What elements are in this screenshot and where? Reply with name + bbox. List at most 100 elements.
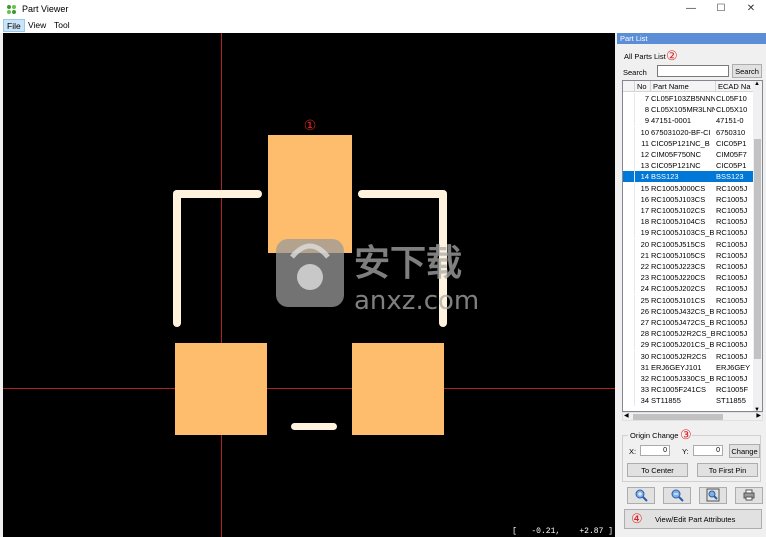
table-row[interactable]: 21 RC1005J105CS RC1005J [623,249,755,261]
table-row[interactable]: 27 RC1005J472CS_B RC1005J [623,317,755,328]
row-selector[interactable] [623,238,635,250]
to-center-button[interactable]: To Center [627,463,688,477]
search-input[interactable] [657,65,729,77]
row-selector[interactable] [623,283,635,295]
table-row[interactable]: 15 RC1005J000CS RC1005J [623,182,755,194]
cell-no: 10 [640,127,649,137]
row-selector[interactable] [623,182,635,194]
row-selector[interactable] [623,205,635,216]
window-title: Part Viewer [22,4,69,14]
table-row[interactable]: 26 RC1005J432CS_B RC1005J [623,305,755,317]
x-input[interactable]: 0 [640,445,670,456]
table-row[interactable]: 19 RC1005J103CS_B RC1005J [623,227,755,239]
pad-bottom-left[interactable] [175,343,267,435]
row-selector[interactable] [623,193,635,205]
table-row[interactable]: 29 RC1005J201CS_B RC1005J [623,339,755,351]
zoom-in-button[interactable] [627,487,655,504]
table-row[interactable]: 16 RC1005J103CS RC1005J [623,193,755,205]
header-part-name[interactable]: Part Name [651,81,716,92]
zoom-fit-button[interactable] [699,487,727,504]
row-selector[interactable] [623,115,635,127]
table-row[interactable]: 12 CIM05F750NC CIM05F7 [623,149,755,160]
pad-bottom-right[interactable] [352,343,444,435]
cell-no: 30 [640,351,649,361]
table-row[interactable]: 32 RC1005J330CS_B RC1005J [623,373,755,384]
title-bar: Part Viewer — ☐ ✕ [0,0,766,18]
row-selector[interactable] [623,93,635,104]
table-row[interactable]: 8 CL05X105MR3LNN CL05X10 [623,104,755,116]
table-row[interactable]: 18 RC1005J104CS RC1005J [623,216,755,228]
row-selector[interactable] [623,249,635,261]
cell-part-name: RC1005F241CS [651,385,707,395]
row-selector[interactable] [623,294,635,306]
maximize-button[interactable]: ☐ [706,0,736,18]
row-selector[interactable] [623,126,635,138]
y-input[interactable]: 0 [693,445,723,456]
menu-file[interactable]: File [3,19,25,32]
table-row[interactable]: 10 675031020-BF-CI 6750310 [623,126,755,138]
menu-tool[interactable]: Tool [51,19,73,32]
table-row[interactable]: 23 RC1005J220CS RC1005J [623,272,755,284]
table-row[interactable]: 34 ST11855 ST11855 [623,395,755,407]
search-button[interactable]: Search [732,64,762,78]
table-row[interactable]: 14 BSS123 BSS123 [623,171,755,183]
row-selector[interactable] [623,339,635,351]
row-selector[interactable] [623,350,635,362]
table-row[interactable]: 30 RC1005J2R2CS RC1005J [623,350,755,362]
cell-ecad-name: CL05F10 [716,94,747,103]
minimize-button[interactable]: — [676,0,706,18]
parts-table[interactable]: No Part Name ECAD Na 7 CL05F103ZB5NNN CL05… [622,80,763,412]
row-selector[interactable] [623,149,635,160]
row-selector[interactable] [623,227,635,239]
vertical-scrollbar[interactable]: ▲ ▼ [753,81,762,411]
header-ecad-name[interactable]: ECAD Na [716,81,755,92]
to-first-pin-button[interactable]: To First Pin [697,463,758,477]
table-row[interactable]: 13 CIC05P121NC CIC05P1 [623,160,755,172]
view-edit-attributes-button[interactable]: ④ View/Edit Part Attributes [624,509,762,529]
row-selector[interactable] [623,261,635,272]
row-selector[interactable] [623,137,635,149]
cell-part-name: ST11855 [651,396,681,406]
horizontal-scrollbar[interactable]: ◀ ▶ [622,412,763,421]
scroll-right-icon[interactable]: ▶ [756,412,761,419]
table-row[interactable]: 7 CL05F103ZB5NNN CL05F10 [623,93,755,104]
table-row[interactable]: 20 RC1005J515CS RC1005J [623,238,755,250]
cell-ecad-name: CIM05F7 [716,150,747,159]
zoom-out-button[interactable] [663,487,691,504]
cell-part-name: CIC05P121NC [651,161,701,171]
row-selector[interactable] [623,272,635,284]
row-selector[interactable] [623,216,635,228]
row-selector[interactable] [623,171,635,183]
horizontal-scroll-thumb[interactable] [633,414,723,420]
table-row[interactable]: 24 RC1005J202CS RC1005J [623,283,755,295]
table-row[interactable]: 28 RC1005J2R2CS_B RC1005J [623,328,755,340]
row-selector[interactable] [623,384,635,396]
close-button[interactable]: ✕ [736,0,766,18]
row-selector[interactable] [623,104,635,116]
print-button[interactable] [735,487,763,504]
header-no[interactable]: No [635,81,651,92]
row-selector[interactable] [623,305,635,317]
table-row[interactable]: 31 ERJ6GEYJ101 ERJ6GEY [623,361,755,373]
scroll-left-icon[interactable]: ◀ [624,412,629,419]
table-row[interactable]: 9 47151-0001 47151-0 [623,115,755,127]
table-row[interactable]: 25 RC1005J101CS RC1005J [623,294,755,306]
scroll-up-icon[interactable]: ▲ [754,81,760,87]
row-selector[interactable] [623,317,635,328]
row-selector[interactable] [623,328,635,340]
cell-no: 23 [640,273,649,283]
row-selector[interactable] [623,373,635,384]
cell-part-name: BSS123 [651,172,679,182]
footprint-canvas[interactable]: 安下载 anxz.com ① [ -0.21, +2.87 ] [3,33,615,537]
vertical-scroll-thumb[interactable] [754,139,761,359]
menu-view[interactable]: View [25,19,49,32]
change-button[interactable]: Change [729,444,760,458]
row-selector[interactable] [623,395,635,407]
table-row[interactable]: 17 RC1005J102CS RC1005J [623,205,755,216]
row-selector[interactable] [623,361,635,373]
cell-no: 15 [640,183,649,193]
table-row[interactable]: 11 CIC05P121NC_B CIC05P1 [623,137,755,149]
table-row[interactable]: 22 RC1005J223CS RC1005J [623,261,755,272]
row-selector[interactable] [623,160,635,172]
table-row[interactable]: 33 RC1005F241CS RC1005F [623,384,755,396]
